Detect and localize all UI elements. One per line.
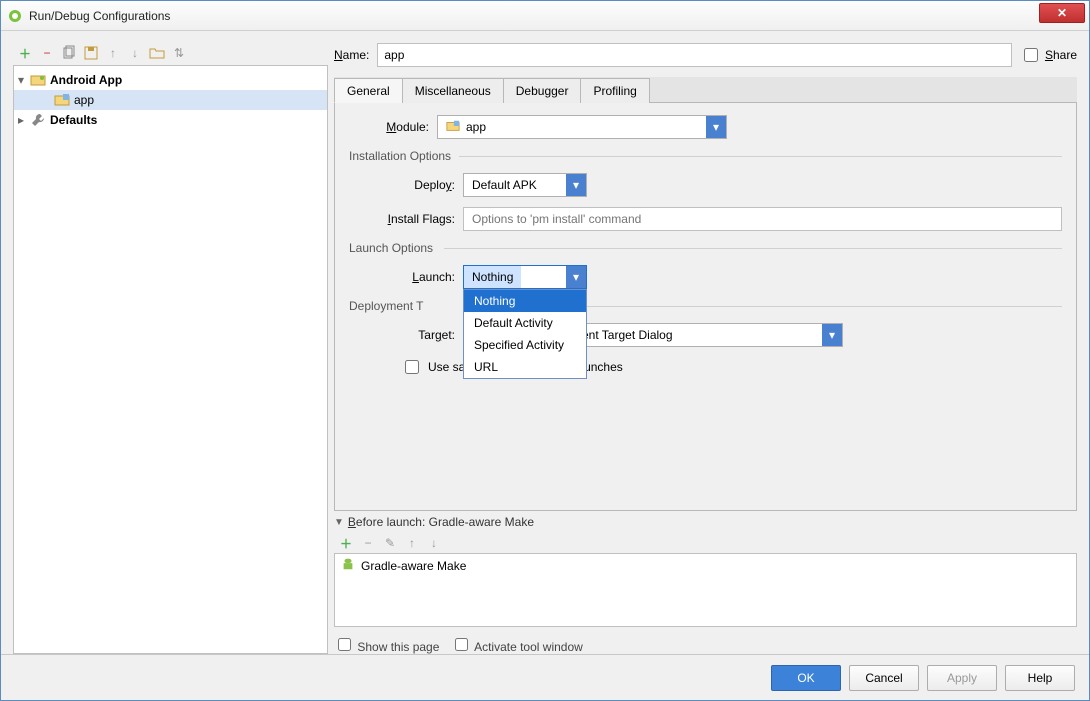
add-icon[interactable]: ＋ bbox=[17, 45, 33, 61]
deploy-value: Default APK bbox=[464, 178, 545, 192]
launch-option-default-activity[interactable]: Default Activity bbox=[464, 312, 586, 334]
launch-options-label: Launch Options bbox=[349, 241, 1062, 255]
tab-debugger[interactable]: Debugger bbox=[503, 78, 582, 103]
right-panel: Name: Share General Miscellaneous Debugg… bbox=[334, 41, 1077, 654]
chevron-down-icon[interactable]: ▾ bbox=[566, 174, 586, 196]
tab-bar: General Miscellaneous Debugger Profiling bbox=[334, 77, 1077, 103]
launch-option-url[interactable]: URL bbox=[464, 356, 586, 378]
tab-general-content: Module: app ▾ Installation Options Deplo… bbox=[334, 103, 1077, 511]
activate-tool-checkbox[interactable]: Activate tool window bbox=[451, 635, 582, 654]
install-flags-row: Install Flags: bbox=[349, 207, 1062, 231]
wrench-icon bbox=[30, 112, 46, 128]
dialog-footer: OK Cancel Apply Help bbox=[1, 654, 1089, 700]
bottom-checks: Show this page Activate tool window bbox=[334, 635, 1077, 654]
titlebar: Run/Debug Configurations ✕ bbox=[1, 1, 1089, 31]
tab-miscellaneous[interactable]: Miscellaneous bbox=[402, 78, 504, 103]
before-launch-toolbar: ＋ − ✎ ↑ ↓ bbox=[334, 533, 1077, 553]
window-title: Run/Debug Configurations bbox=[29, 9, 1083, 23]
chevron-down-icon[interactable]: ▾ bbox=[706, 116, 726, 138]
module-icon bbox=[446, 119, 460, 136]
tree-node-app[interactable]: app bbox=[14, 90, 327, 110]
move-up-icon[interactable]: ↑ bbox=[404, 535, 420, 551]
target-label: Target: bbox=[377, 328, 455, 342]
module-icon bbox=[54, 92, 70, 108]
tree-node-android-app[interactable]: ▾ Android App bbox=[14, 70, 327, 90]
tree-label: Defaults bbox=[50, 113, 97, 127]
launch-dropdown[interactable]: Nothing Default Activity Specified Activ… bbox=[463, 289, 587, 379]
target-combo[interactable]: ent Target Dialog ▾ bbox=[573, 323, 843, 347]
tree-node-defaults[interactable]: ▸ Defaults bbox=[14, 110, 327, 130]
deploy-label: Deploy: bbox=[377, 178, 455, 192]
target-value: ent Target Dialog bbox=[574, 328, 681, 342]
edit-icon[interactable]: ✎ bbox=[382, 535, 398, 551]
installation-options-label: Installation Options bbox=[349, 149, 1062, 163]
tab-profiling[interactable]: Profiling bbox=[580, 78, 649, 103]
help-button[interactable]: Help bbox=[1005, 665, 1075, 691]
dialog-window: Run/Debug Configurations ✕ ＋ − ↑ ↓ ⇅ ▾ A… bbox=[0, 0, 1090, 701]
same-device-checkbox[interactable] bbox=[405, 360, 419, 374]
launch-value: Nothing bbox=[464, 266, 521, 288]
show-page-checkbox[interactable]: Show this page bbox=[334, 635, 439, 654]
tree-label: Android App bbox=[50, 73, 122, 87]
sort-icon[interactable]: ⇅ bbox=[171, 45, 187, 61]
name-label: Name: bbox=[334, 48, 369, 62]
remove-icon[interactable]: − bbox=[39, 45, 55, 61]
move-down-icon[interactable]: ↓ bbox=[426, 535, 442, 551]
expander-icon[interactable]: ▾ bbox=[18, 73, 30, 87]
before-launch-item[interactable]: Gradle-aware Make bbox=[335, 554, 1076, 577]
chevron-down-icon[interactable]: ▾ bbox=[822, 324, 842, 346]
before-launch-list[interactable]: Gradle-aware Make bbox=[334, 553, 1077, 627]
launch-option-specified-activity[interactable]: Specified Activity bbox=[464, 334, 586, 356]
chevron-down-icon[interactable]: ▾ bbox=[566, 266, 586, 288]
tree-label: app bbox=[74, 93, 94, 107]
deploy-combo[interactable]: Default APK ▾ bbox=[463, 173, 587, 197]
app-icon bbox=[7, 8, 23, 24]
module-label: Module: bbox=[349, 120, 429, 134]
android-app-icon bbox=[30, 72, 46, 88]
close-button[interactable]: ✕ bbox=[1039, 3, 1085, 23]
deployment-target-options-label: Deployment T bbox=[349, 299, 1062, 313]
same-device-row: Use same device for future launches bbox=[349, 357, 1062, 377]
add-icon[interactable]: ＋ bbox=[338, 535, 354, 551]
cancel-button[interactable]: Cancel bbox=[849, 665, 919, 691]
share-check[interactable] bbox=[1024, 48, 1038, 62]
gradle-icon bbox=[341, 557, 355, 574]
remove-icon[interactable]: − bbox=[360, 535, 376, 551]
folder-icon[interactable] bbox=[149, 45, 165, 61]
before-launch-header[interactable]: ▼ Before launch: Gradle-aware Make bbox=[334, 515, 1077, 529]
name-input[interactable] bbox=[377, 43, 1012, 67]
name-row: Name: Share bbox=[334, 41, 1077, 69]
tab-general[interactable]: General bbox=[334, 78, 403, 103]
copy-icon[interactable] bbox=[61, 45, 77, 61]
save-icon[interactable] bbox=[83, 45, 99, 61]
config-tree[interactable]: ▾ Android App app ▸ Defaults bbox=[13, 65, 328, 654]
move-down-icon[interactable]: ↓ bbox=[127, 45, 143, 61]
module-value: app bbox=[466, 120, 486, 134]
deploy-row: Deploy: Default APK ▾ bbox=[349, 173, 1062, 197]
left-panel: ＋ − ↑ ↓ ⇅ ▾ Android App app bbox=[13, 41, 328, 654]
launch-label: Launch: bbox=[377, 270, 455, 284]
install-flags-input[interactable] bbox=[463, 207, 1062, 231]
share-checkbox[interactable]: Share bbox=[1020, 45, 1077, 65]
launch-combo[interactable]: Nothing ▾ bbox=[463, 265, 587, 289]
module-row: Module: app ▾ bbox=[349, 115, 1062, 139]
move-up-icon[interactable]: ↑ bbox=[105, 45, 121, 61]
install-flags-label: Install Flags: bbox=[377, 212, 455, 226]
config-toolbar: ＋ − ↑ ↓ ⇅ bbox=[13, 41, 328, 65]
content: ＋ − ↑ ↓ ⇅ ▾ Android App app bbox=[1, 31, 1089, 654]
target-row: Target: ent Target Dialog ▾ bbox=[349, 323, 1062, 347]
expander-icon[interactable]: ▸ bbox=[18, 113, 30, 127]
module-combo[interactable]: app ▾ bbox=[437, 115, 727, 139]
collapse-icon[interactable]: ▼ bbox=[334, 517, 344, 528]
apply-button[interactable]: Apply bbox=[927, 665, 997, 691]
launch-row: Launch: Nothing ▾ Nothing Default Activi… bbox=[349, 265, 1062, 289]
ok-button[interactable]: OK bbox=[771, 665, 841, 691]
launch-option-nothing[interactable]: Nothing bbox=[464, 290, 586, 312]
before-launch-item-label: Gradle-aware Make bbox=[361, 559, 466, 573]
before-launch-section: ▼ Before launch: Gradle-aware Make ＋ − ✎… bbox=[334, 515, 1077, 654]
